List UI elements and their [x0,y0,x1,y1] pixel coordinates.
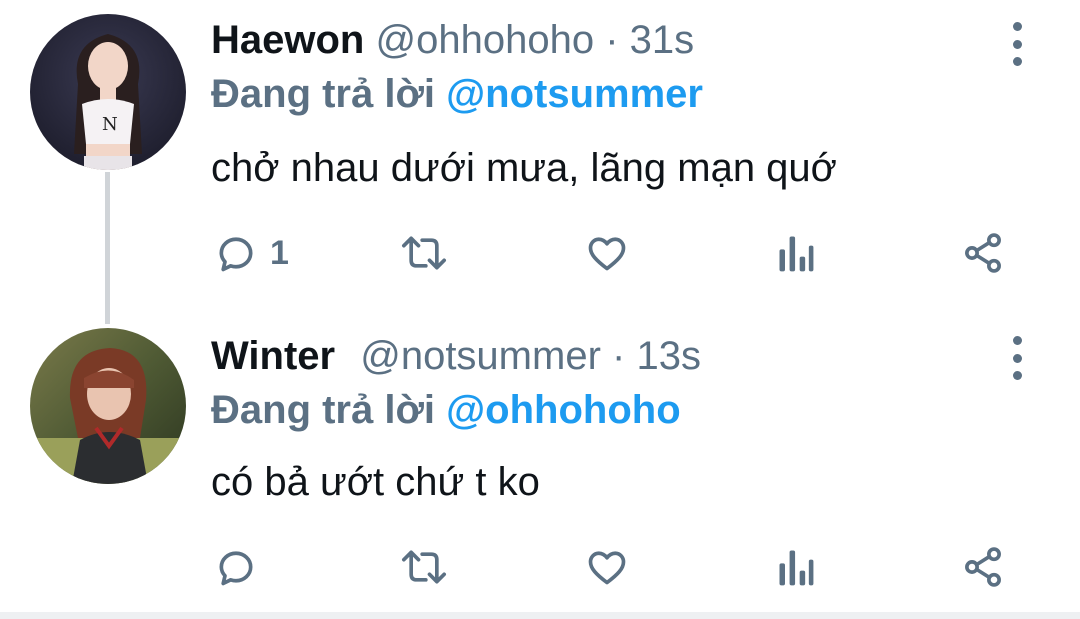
avatar[interactable]: N [30,14,186,170]
tweet-2[interactable]: Winter @notsummer · 13s Đang trả lời @oh… [0,310,1080,610]
reply-button[interactable]: 1 [214,228,289,278]
reply-button[interactable] [214,542,270,592]
reply-icon [219,551,253,586]
replying-to-label: Đang trả lời [211,388,436,432]
timestamp[interactable]: 31s [630,18,695,62]
tweet-header: Winter @notsummer · 13s [211,332,701,380]
feed-divider [0,612,1080,619]
like-icon [588,237,626,271]
tweet-text: chở nhau dưới mưa, lãng mạn quớ [211,146,837,190]
mention-link[interactable]: @ohhohoho [446,388,680,432]
like-button[interactable] [584,228,630,278]
retweet-button[interactable] [400,542,448,592]
retweet-button[interactable] [400,228,448,278]
analytics-icon [779,550,814,586]
replying-to: Đang trả lời @ohhohoho [211,386,681,434]
analytics-button[interactable] [776,542,816,592]
replying-to: Đang trả lời @notsummer [211,70,703,118]
more-options-icon[interactable] [1000,22,1034,66]
separator-dot: · [612,334,626,378]
replying-to-label: Đang trả lời [211,72,436,116]
display-name[interactable]: Winter [211,334,335,378]
reply-count: 1 [270,233,289,272]
like-button[interactable] [584,542,630,592]
timestamp[interactable]: 13s [636,334,701,378]
like-icon [588,551,626,585]
user-handle[interactable]: @notsummer [360,334,601,378]
display-name[interactable]: Haewon [211,18,364,62]
tweet-1[interactable]: N Haewon @ohhohoho · 31s Đang trả lời @n… [0,0,1080,300]
tweet-actions: 1 [0,228,1080,278]
tweet-text: có bả ướt chứ t ko [211,460,540,504]
separator-dot: · [605,18,619,62]
analytics-icon [779,236,814,272]
retweet-icon [402,550,446,584]
retweet-icon [402,236,446,270]
tweet-actions [0,542,1080,592]
mention-link[interactable]: @notsummer [446,72,703,116]
share-button[interactable] [960,542,1006,592]
share-icon [965,547,1001,587]
tweet-header: Haewon @ohhohoho · 31s [211,16,694,64]
user-handle[interactable]: @ohhohoho [375,18,594,62]
share-button[interactable] [960,228,1006,278]
share-icon [965,233,1001,273]
more-options-icon[interactable] [1000,336,1034,380]
reply-icon [219,237,253,272]
avatar[interactable] [30,328,186,484]
svg-text:N: N [102,114,118,135]
analytics-button[interactable] [776,228,816,278]
